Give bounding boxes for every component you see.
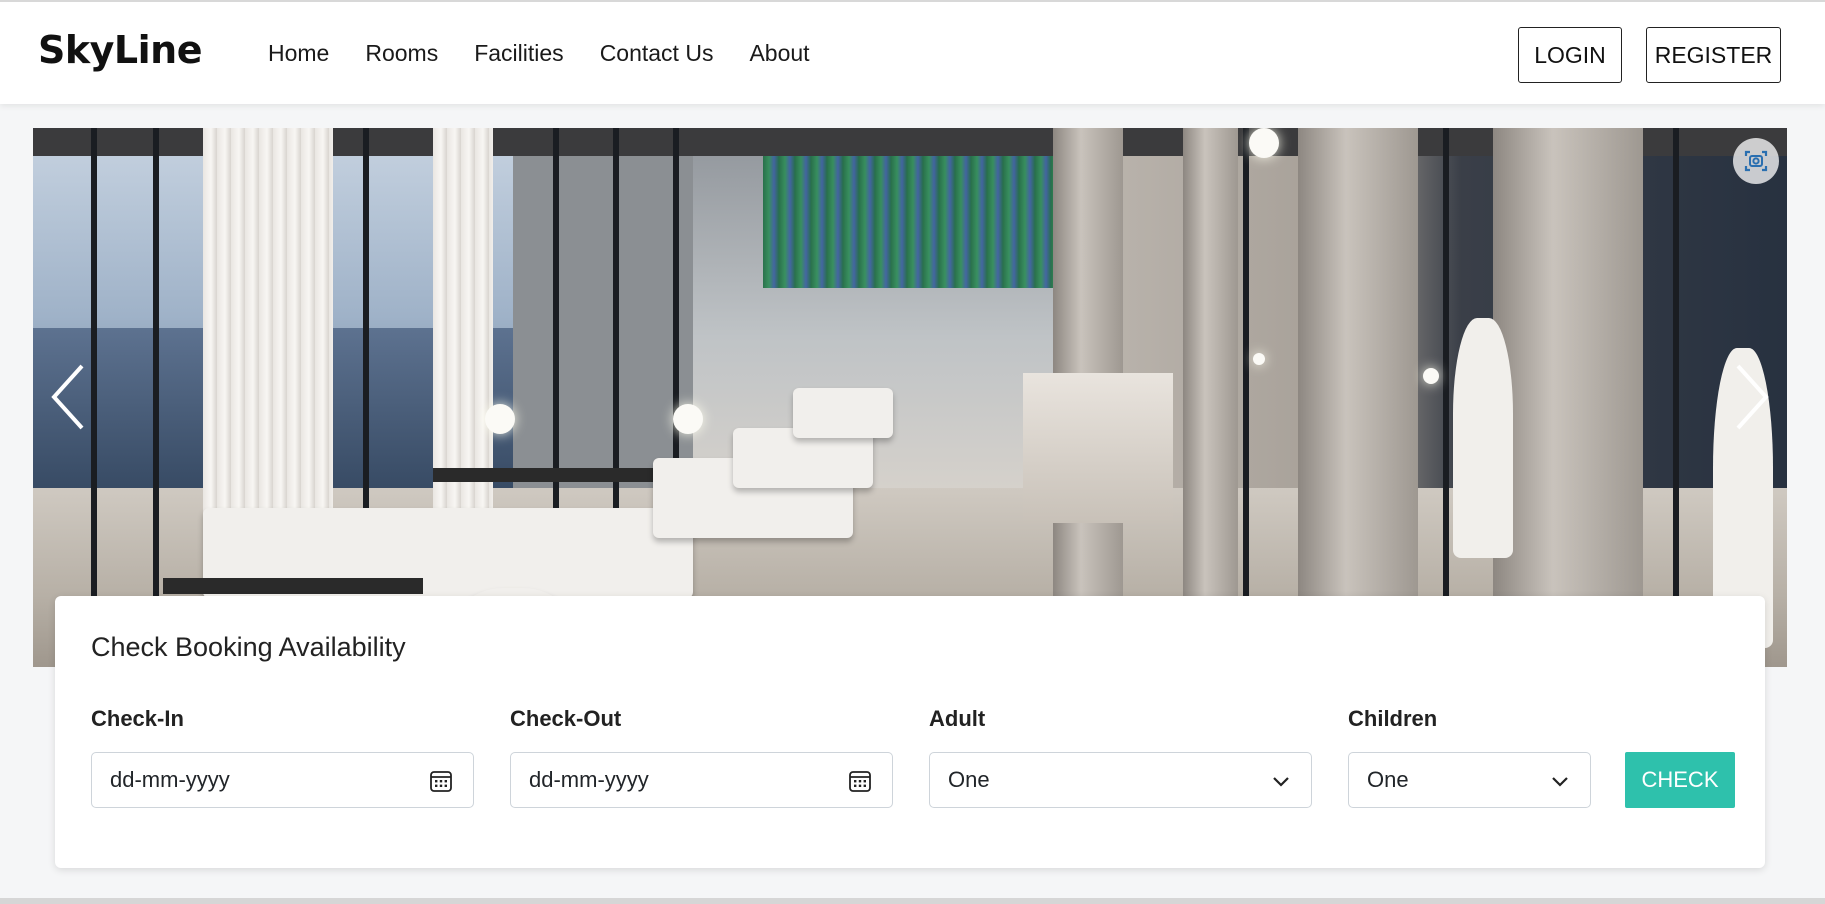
checkin-placeholder: dd-mm-yyyy — [110, 767, 230, 792]
checkout-label: Check-Out — [510, 706, 622, 731]
page-bottom-border — [0, 898, 1825, 904]
check-availability-button[interactable]: CHECK — [1625, 752, 1735, 808]
nav-link-about[interactable]: About — [749, 40, 809, 67]
brand-logo[interactable]: SkyLine — [38, 28, 202, 72]
nav-link-rooms[interactable]: Rooms — [365, 40, 438, 67]
register-button[interactable]: REGISTER — [1646, 27, 1781, 83]
chevron-down-icon — [1550, 771, 1570, 797]
top-navbar: SkyLine Home Rooms Facilities Contact Us… — [0, 0, 1825, 104]
booking-title: Check Booking Availability — [91, 632, 406, 662]
checkout-date-input[interactable]: dd-mm-yyyy — [510, 752, 893, 808]
adult-selected-value: One — [948, 767, 990, 792]
booking-availability-card: Check Booking Availability Check-In dd-m… — [55, 596, 1765, 868]
login-button[interactable]: LOGIN — [1518, 27, 1622, 83]
chevron-down-icon — [1271, 771, 1291, 797]
adult-label: Adult — [929, 706, 986, 731]
hero-carousel — [33, 128, 1787, 667]
adult-select[interactable]: One — [929, 752, 1312, 808]
chevron-left-icon[interactable] — [48, 362, 88, 432]
children-selected-value: One — [1367, 767, 1409, 792]
nav-links: Home Rooms Facilities Contact Us About — [268, 40, 846, 67]
nav-link-contact-us[interactable]: Contact Us — [600, 40, 714, 67]
camera-capture-icon[interactable] — [1733, 138, 1779, 184]
calendar-icon[interactable] — [429, 769, 453, 799]
nav-link-facilities[interactable]: Facilities — [474, 40, 563, 67]
chevron-right-icon[interactable] — [1732, 362, 1772, 432]
nav-link-home[interactable]: Home — [268, 40, 329, 67]
children-label: Children — [1348, 706, 1438, 731]
hotel-lobby-image — [33, 128, 1787, 667]
checkin-label: Check-In — [91, 706, 184, 731]
calendar-icon[interactable] — [848, 769, 872, 799]
checkout-placeholder: dd-mm-yyyy — [529, 767, 649, 792]
children-select[interactable]: One — [1348, 752, 1591, 808]
checkin-date-input[interactable]: dd-mm-yyyy — [91, 752, 474, 808]
